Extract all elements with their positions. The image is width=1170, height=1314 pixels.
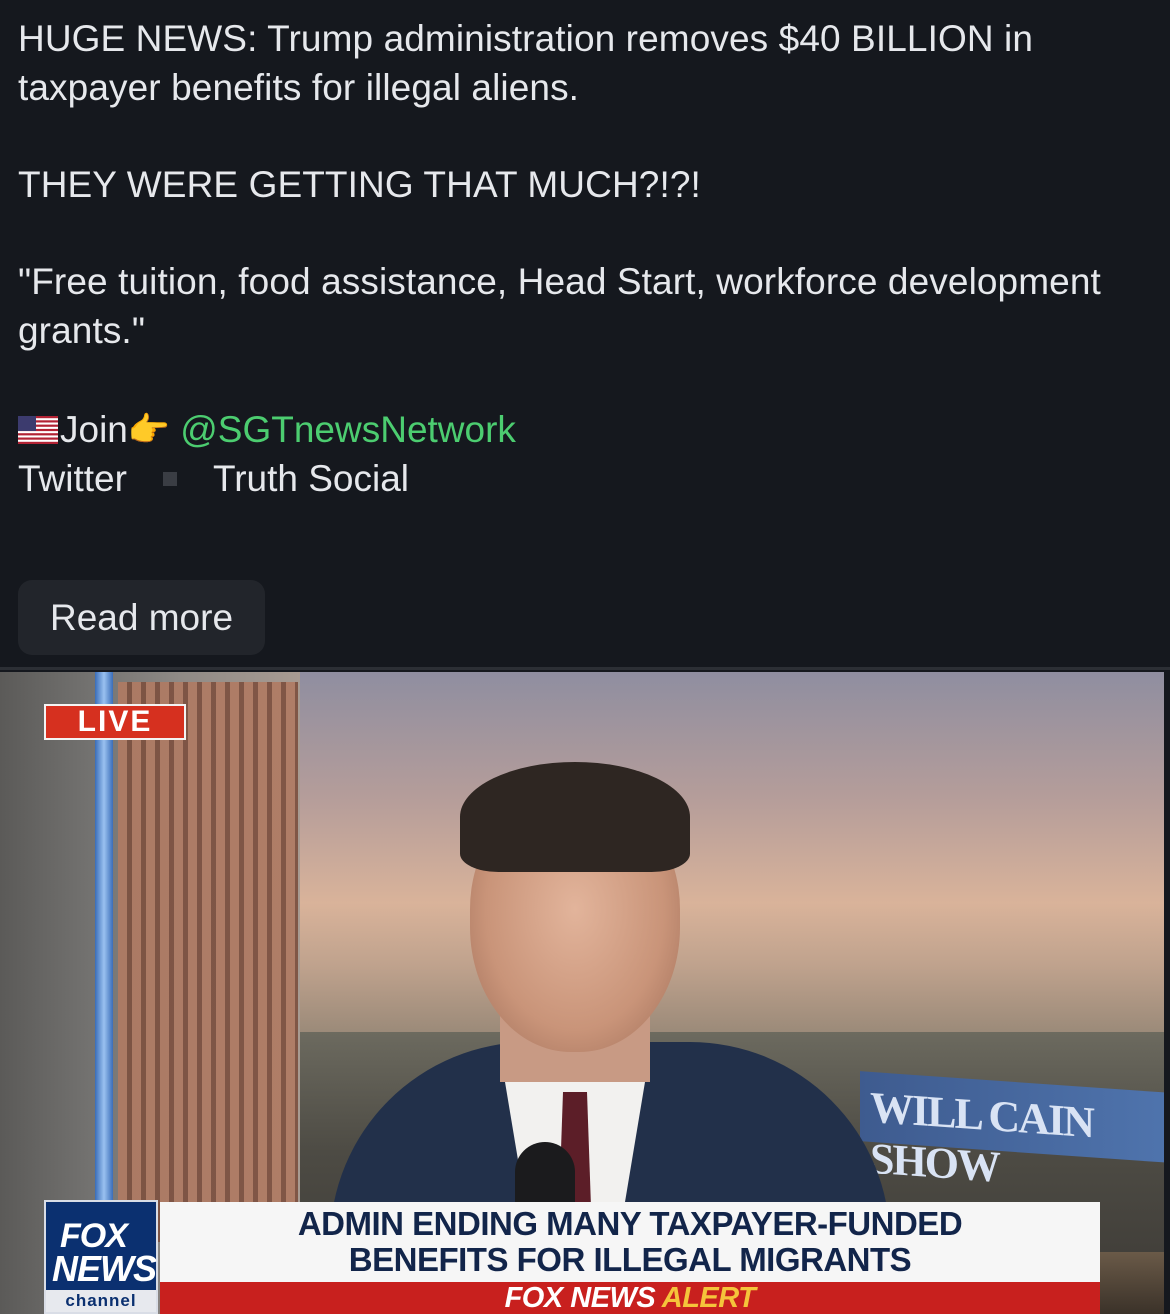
us-flag-icon (18, 415, 58, 444)
post-headline: HUGE NEWS: Trump administration removes … (18, 18, 1034, 108)
twitter-link[interactable]: Twitter (18, 458, 127, 500)
post-body: HUGE NEWS: Trump administration removes … (0, 0, 1170, 668)
join-line: Join 👉 @SGTnewsNetwork (18, 405, 1152, 454)
alert-left: FOX NEWS (504, 1282, 656, 1314)
post-exclamation: THEY WERE GETTING THAT MUCH?!?! (18, 164, 701, 205)
separator-square-icon (162, 471, 177, 486)
chyron-line-1: ADMIN ENDING MANY TAXPAYER-FUNDED (297, 1205, 963, 1242)
show-banner-text: WILL CAIN SHOW (870, 1082, 1093, 1192)
post-quote: "Free tuition, food assistance, Head Sta… (18, 261, 1101, 351)
live-badge: LIVE (44, 704, 186, 740)
chyron-line-2: BENEFITS FOR ILLEGAL MIGRANTS (348, 1241, 912, 1278)
pointing-right-hand-icon: 👉 (127, 410, 171, 449)
fox-logo-channel: channel (46, 1290, 156, 1312)
alert-right: ALERT (661, 1282, 756, 1314)
read-more-button[interactable]: Read more (18, 580, 265, 655)
truth-social-link[interactable]: Truth Social (213, 458, 409, 500)
video-player[interactable]: WILL CAIN SHOW LIVE FOX NEWS channel ADM… (0, 672, 1164, 1314)
alert-bar: FOX NEWS ALERT (160, 1282, 1100, 1314)
video-corner (1100, 1252, 1164, 1314)
divider (0, 667, 1170, 670)
anchor-hair (460, 762, 690, 872)
social-links: Twitter Truth Social (18, 454, 1152, 503)
studio-light (95, 672, 113, 1272)
fox-news-logo: FOX NEWS channel (44, 1200, 158, 1314)
studio-slats (118, 682, 298, 1242)
fox-logo-bottom: NEWS (52, 1248, 157, 1289)
join-label: Join (60, 408, 128, 450)
handle-link[interactable]: @SGTnewsNetwork (180, 409, 516, 451)
chyron: ADMIN ENDING MANY TAXPAYER-FUNDED BENEFI… (160, 1202, 1100, 1282)
